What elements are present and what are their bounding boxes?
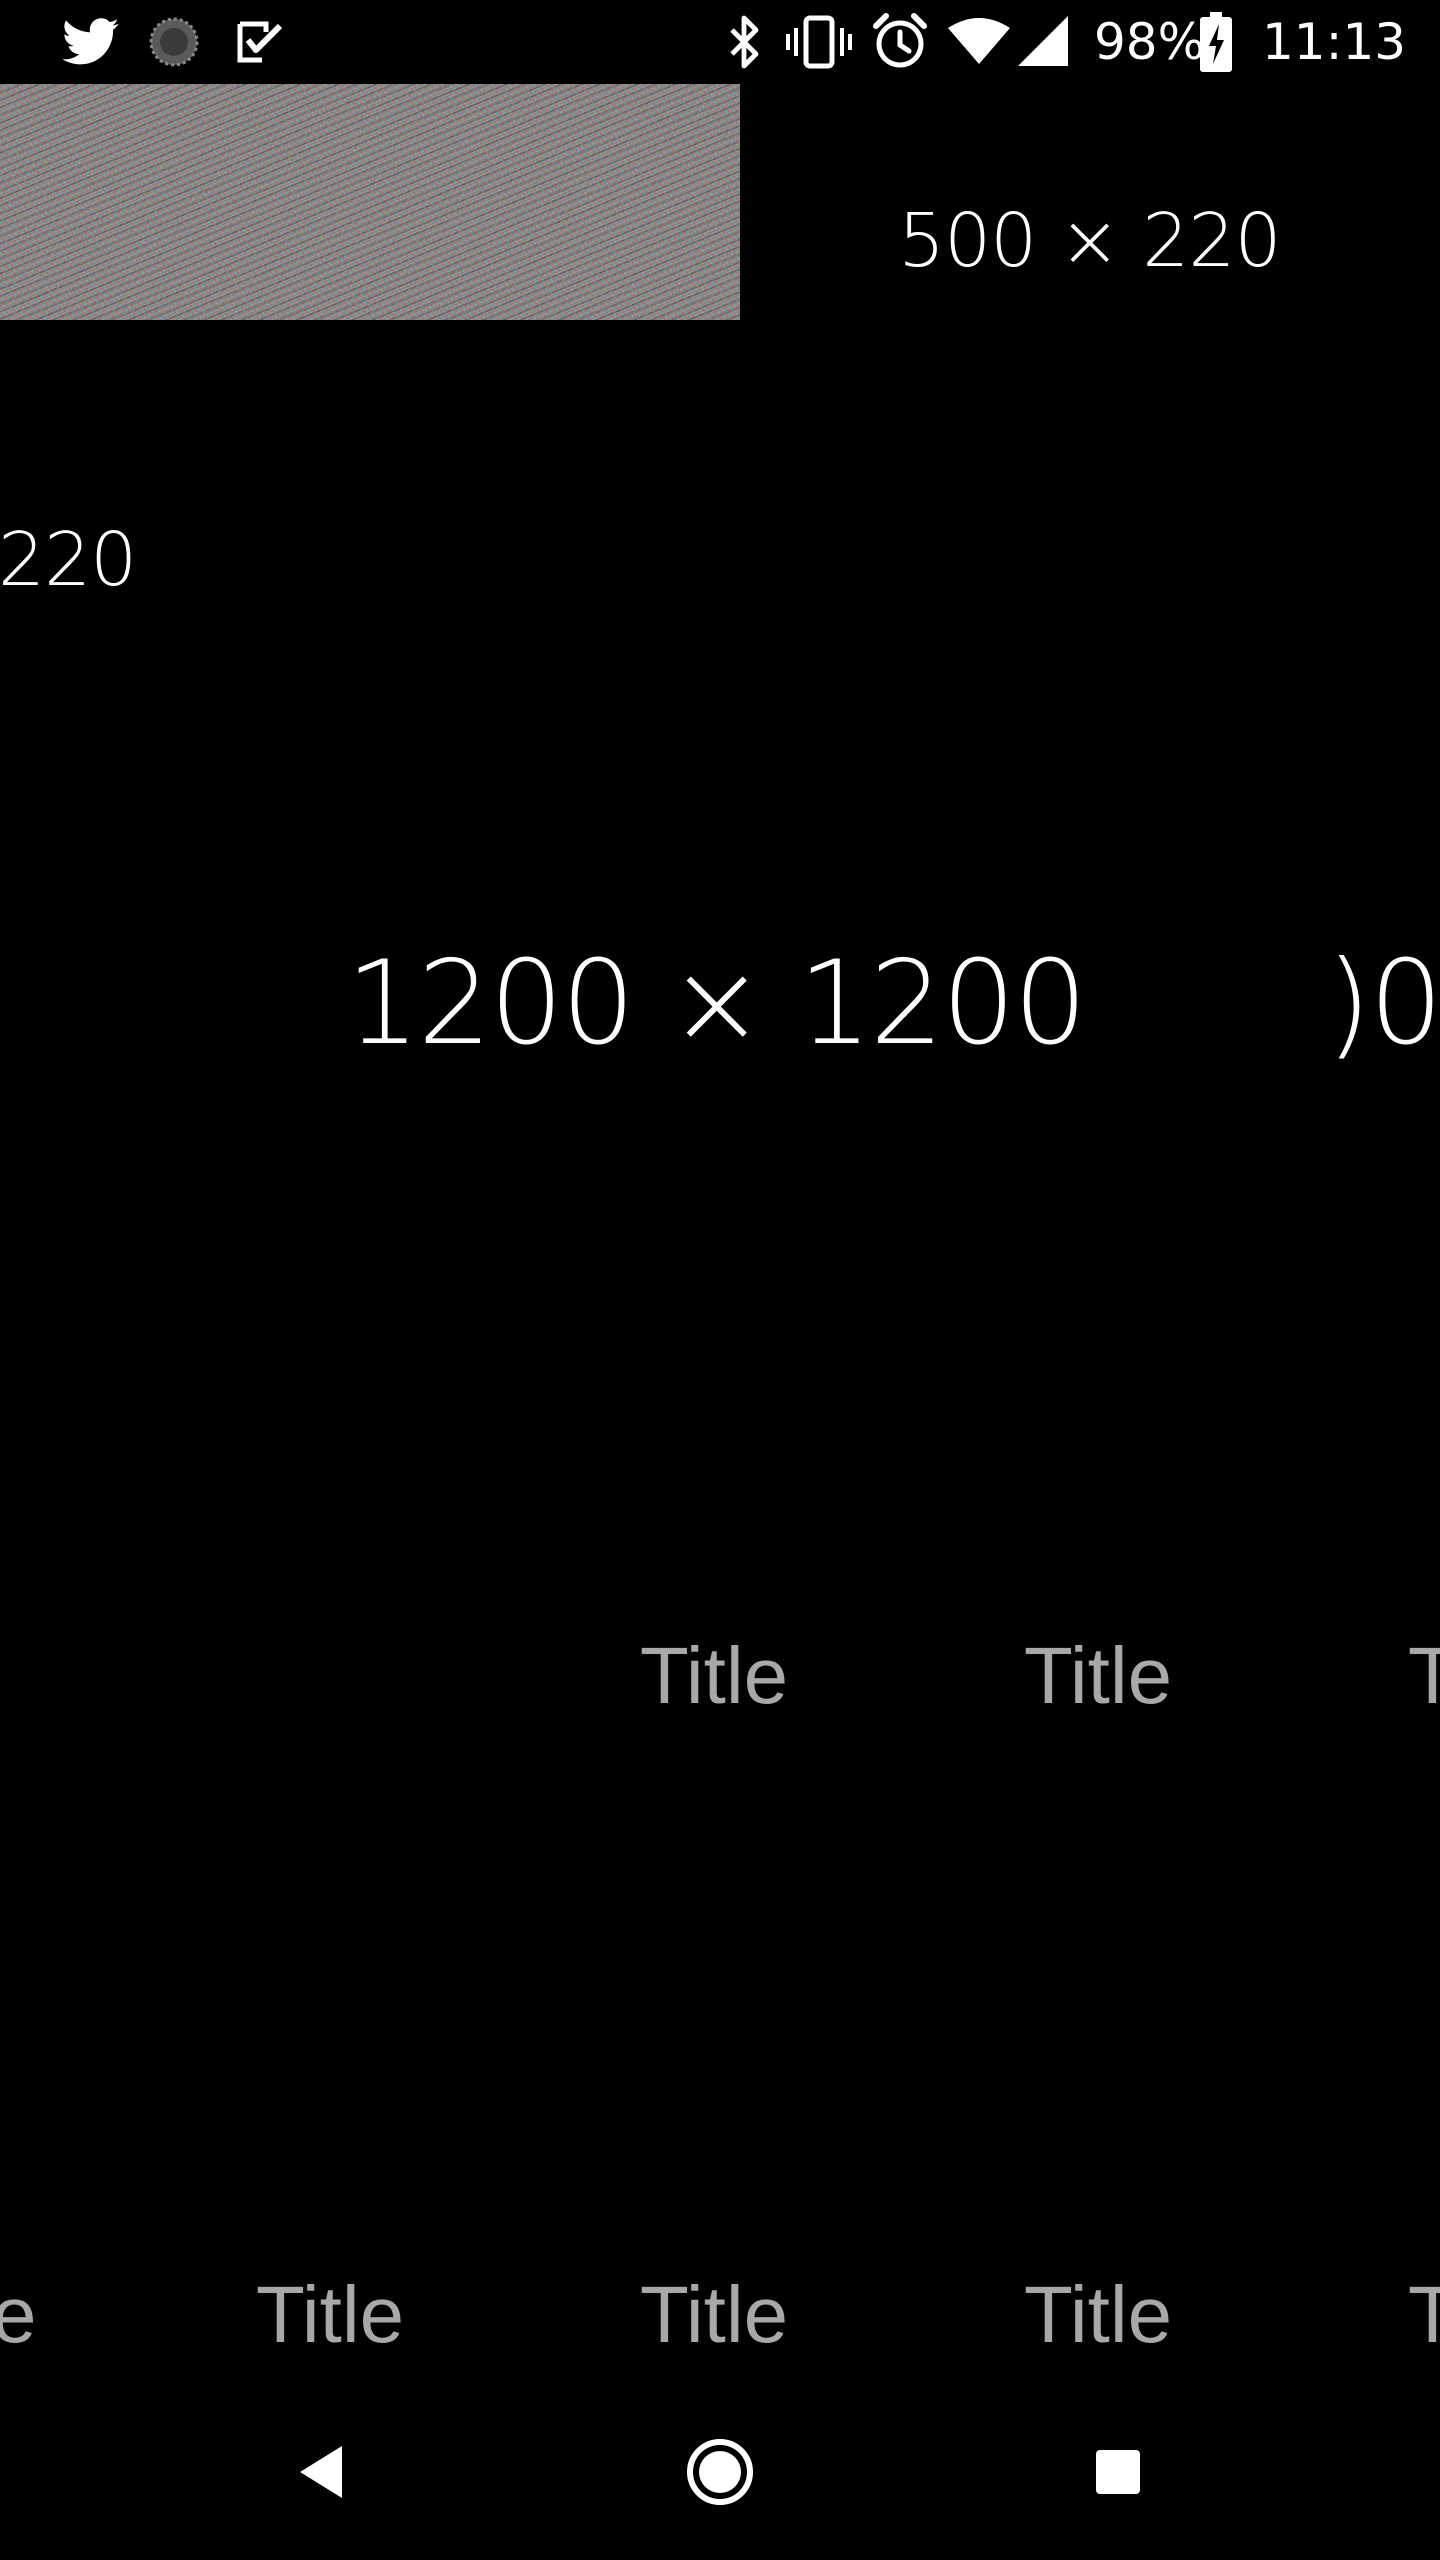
image-size-label-1200x1200: 1200 × 1200	[346, 936, 1087, 1071]
battery-charging-icon	[1200, 12, 1232, 72]
recents-icon	[1094, 2448, 1142, 2500]
home-icon	[685, 2437, 755, 2511]
recents-button[interactable]	[1068, 2424, 1168, 2524]
wifi-icon	[948, 16, 1010, 66]
title-label-partial[interactable]: T	[1408, 2275, 1440, 2355]
cell-signal-icon	[1018, 16, 1068, 66]
title-label[interactable]: Title	[640, 1636, 788, 1716]
tasks-icon	[236, 18, 284, 66]
bluetooth-icon	[726, 14, 762, 70]
title-label[interactable]: Title	[1024, 2275, 1172, 2355]
title-label-partial[interactable]: e	[0, 2275, 37, 2355]
twitter-icon	[62, 18, 120, 66]
loading-circle-icon	[148, 16, 200, 68]
partial-size-label: 220	[0, 517, 137, 603]
title-label[interactable]: Title	[256, 2275, 404, 2355]
navigation-bar	[0, 2384, 1440, 2560]
title-label[interactable]: Title	[640, 2275, 788, 2355]
title-label-partial[interactable]: T	[1408, 1636, 1440, 1716]
back-icon	[298, 2444, 346, 2504]
home-button[interactable]	[670, 2424, 770, 2524]
image-size-label-500x220: 500 × 220	[898, 198, 1282, 284]
alarm-icon	[872, 12, 928, 70]
status-time: 11:13	[1262, 13, 1407, 71]
battery-percentage: 98%	[1094, 13, 1206, 71]
status-bar: 98% 11:13	[0, 0, 1440, 84]
placeholder-image-500x220[interactable]	[0, 84, 740, 320]
back-button[interactable]	[272, 2424, 372, 2524]
partial-size-label-right: )0	[1326, 936, 1440, 1071]
title-label[interactable]: Title	[1024, 1636, 1172, 1716]
vibrate-icon	[786, 14, 852, 70]
